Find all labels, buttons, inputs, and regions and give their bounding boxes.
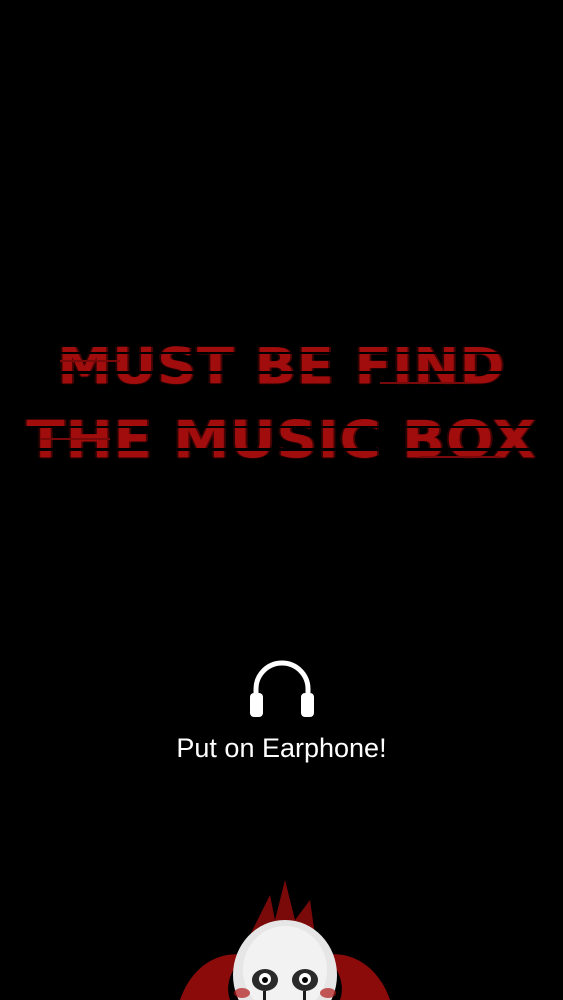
title-line-1: MUST BE FIND [57,337,506,396]
game-title: MUST BE FIND THE MUSIC BOX [0,330,563,478]
earphone-prompt: Put on Earphone! [176,733,387,763]
headphones-icon [250,660,314,717]
game-intro-screen: MUST BE FIND THE MUSIC BOX Put on Earpho… [0,0,563,1000]
clown-face-icon [180,880,390,1000]
title-line-2: THE MUSIC BOX [26,410,537,471]
